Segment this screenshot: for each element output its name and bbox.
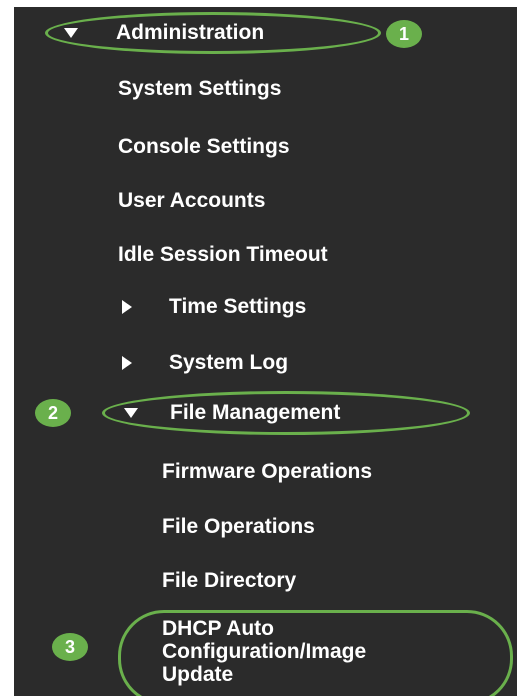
menu-item-label: System Log <box>169 351 289 374</box>
menu-item-label-line: Update <box>162 663 234 686</box>
menu-item-user-accounts[interactable]: User Accounts <box>118 189 265 213</box>
menu-item-firmware-operations[interactable]: Firmware Operations <box>162 460 372 484</box>
callout-badge-3: 3 <box>52 633 88 661</box>
navigation-panel: Administration 1 System Settings Console… <box>14 7 517 696</box>
expanded-arrow-icon <box>124 408 138 418</box>
menu-item-file-directory[interactable]: File Directory <box>162 569 296 593</box>
callout-badge-2: 2 <box>35 399 71 427</box>
menu-item-label-line: DHCP Auto <box>162 617 274 640</box>
menu-item-label: Console Settings <box>118 135 290 158</box>
menu-item-label: System Settings <box>118 77 282 100</box>
menu-item-file-management[interactable]: File Management <box>124 401 340 425</box>
menu-item-console-settings[interactable]: Console Settings <box>118 135 290 159</box>
menu-item-time-settings[interactable]: Time Settings <box>122 295 306 319</box>
menu-item-system-log[interactable]: System Log <box>122 351 288 375</box>
menu-item-idle-session-timeout[interactable]: Idle Session Timeout <box>118 243 328 267</box>
callout-badge-1: 1 <box>386 20 422 48</box>
menu-item-label: Administration <box>116 21 265 44</box>
menu-item-label: Idle Session Timeout <box>118 243 328 266</box>
menu-item-label: Firmware Operations <box>162 460 373 483</box>
menu-item-administration[interactable]: Administration <box>64 21 264 45</box>
menu-item-label: File Directory <box>162 569 297 592</box>
menu-item-system-settings[interactable]: System Settings <box>118 77 281 101</box>
menu-item-label: Time Settings <box>169 295 307 318</box>
menu-item-file-operations[interactable]: File Operations <box>162 515 315 539</box>
collapsed-arrow-icon <box>122 356 132 370</box>
expanded-arrow-icon <box>64 28 78 38</box>
menu-item-label: File Management <box>170 401 341 424</box>
collapsed-arrow-icon <box>122 300 132 314</box>
menu-item-label: File Operations <box>162 515 315 538</box>
menu-item-dhcp-auto-configuration-image-update[interactable]: DHCP Auto Configuration/Image Update <box>162 617 366 686</box>
menu-item-label: User Accounts <box>118 189 266 212</box>
menu-item-label-line: Configuration/Image <box>162 640 367 663</box>
